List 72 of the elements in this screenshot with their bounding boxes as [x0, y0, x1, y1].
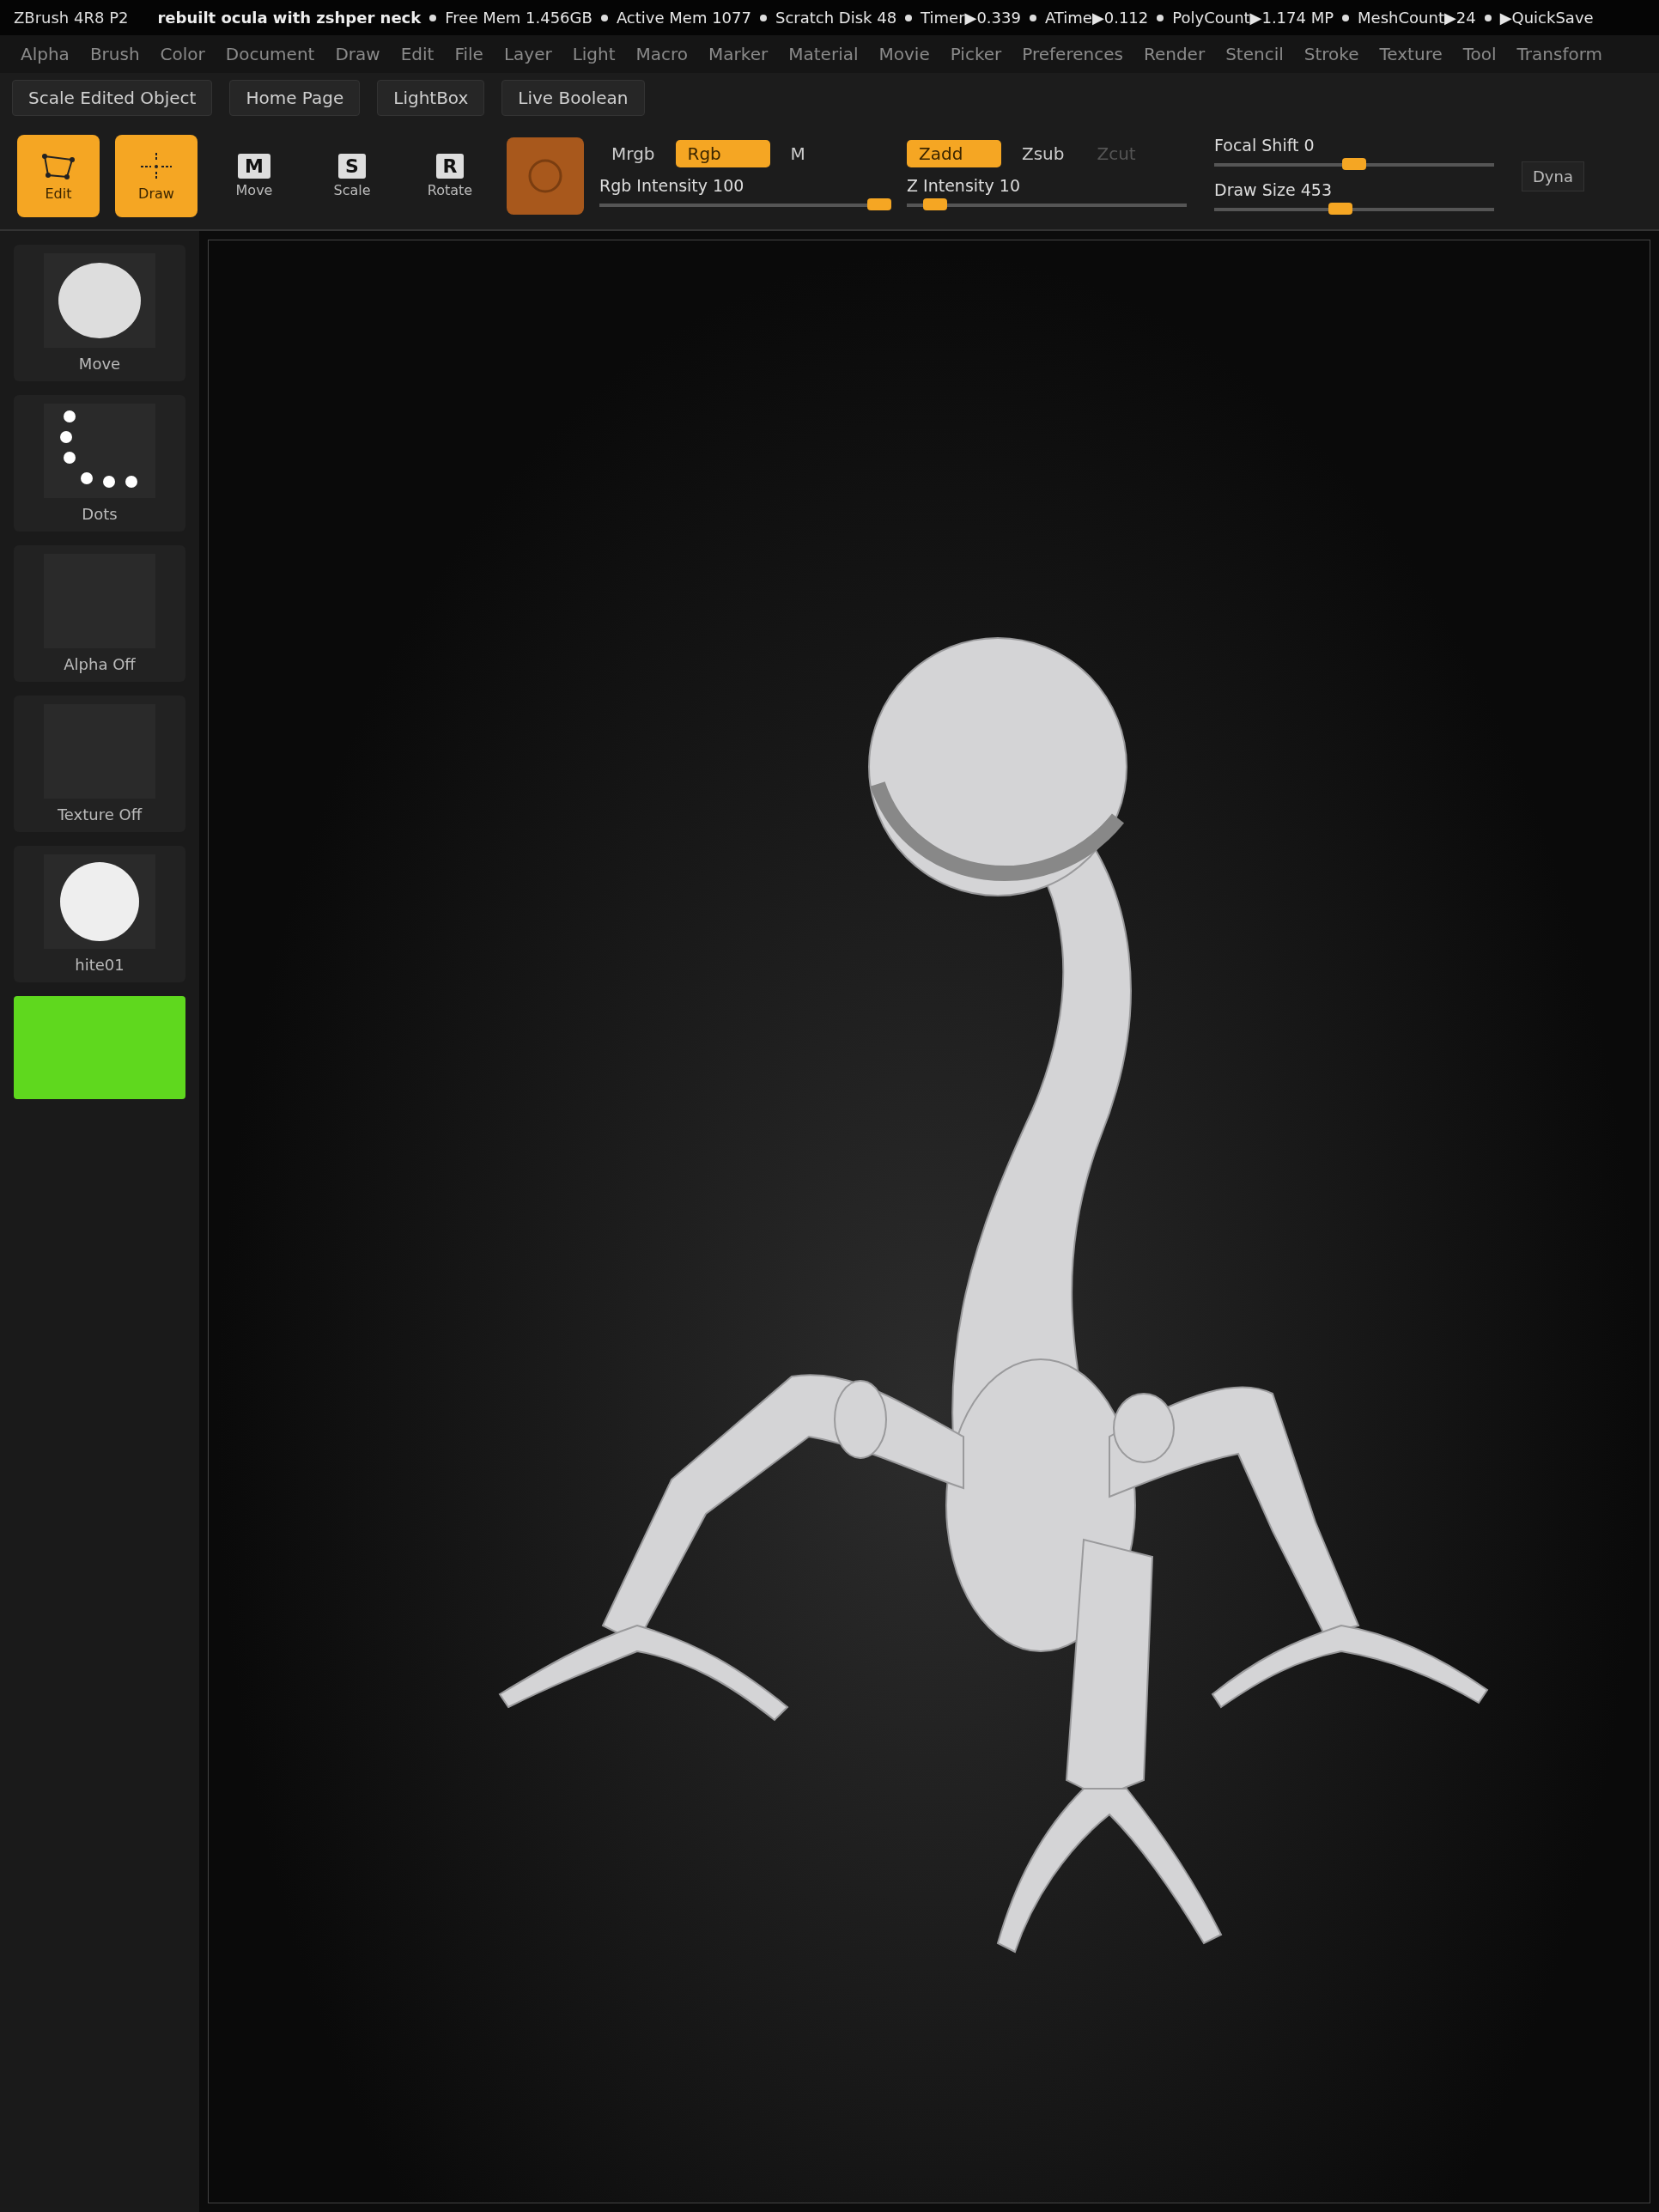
- slider-thumb[interactable]: [867, 198, 891, 210]
- slider-thumb[interactable]: [922, 198, 947, 210]
- shelf-button[interactable]: Home Page: [229, 80, 361, 116]
- slider[interactable]: Focal Shift 0: [1214, 136, 1506, 172]
- depth-mode-button[interactable]: Zsub: [1010, 140, 1077, 167]
- menu-item[interactable]: Tool: [1454, 39, 1505, 70]
- slider[interactable]: Rgb Intensity 100: [599, 176, 891, 212]
- status-text: ATime▶0.112: [1044, 9, 1149, 27]
- separator-dot: [1029, 14, 1036, 21]
- shelf-thumbnail[interactable]: Dots: [14, 395, 185, 532]
- tool-letter: S: [338, 154, 366, 179]
- separator-dot: [1157, 14, 1164, 21]
- color-mode-button[interactable]: Rgb: [675, 140, 770, 167]
- slider-thumb[interactable]: [1342, 158, 1366, 170]
- menu-item[interactable]: Preferences: [1013, 39, 1132, 70]
- tool-button[interactable]: M Move: [213, 135, 295, 217]
- separator-dot: [600, 14, 608, 21]
- menu-item[interactable]: Transform: [1508, 39, 1612, 70]
- tool-letter: M: [238, 154, 270, 179]
- menu-item[interactable]: Render: [1134, 39, 1214, 70]
- color-mode-button[interactable]: M: [778, 140, 817, 167]
- status-text: Free Mem 1.456GB: [445, 9, 592, 27]
- tool-letter: R: [435, 154, 465, 179]
- app-title: ZBrush 4R8 P2: [14, 9, 129, 27]
- material-swatch[interactable]: [507, 137, 584, 215]
- menu-item[interactable]: Layer: [495, 39, 561, 70]
- separator-dot: [1342, 14, 1350, 21]
- separator-dot: [429, 14, 437, 21]
- color-mode-button[interactable]: Mrgb: [599, 140, 667, 167]
- separator-dot: [905, 14, 913, 21]
- menu-item[interactable]: Brush: [81, 39, 149, 70]
- separator-dot: [759, 14, 767, 21]
- menu-item[interactable]: Macro: [627, 39, 697, 70]
- menu-item[interactable]: Document: [216, 39, 324, 70]
- shelf-thumbnail[interactable]: hite01: [14, 846, 185, 982]
- shelf-button[interactable]: Live Boolean: [501, 80, 645, 116]
- slider[interactable]: Z Intensity 10: [907, 176, 1199, 212]
- menu-item[interactable]: Picker: [941, 39, 1011, 70]
- menu-item[interactable]: File: [446, 39, 492, 70]
- depth-mode-button[interactable]: Zadd: [907, 140, 1001, 167]
- dynamic-button[interactable]: Dyna: [1522, 161, 1584, 191]
- tool-button[interactable]: S Scale: [311, 135, 393, 217]
- tool-button[interactable]: Draw: [115, 135, 198, 217]
- shelf-thumbnail[interactable]: Alpha Off: [14, 545, 185, 682]
- menu-item[interactable]: Marker: [700, 39, 777, 70]
- slider[interactable]: Draw Size 453: [1214, 180, 1506, 216]
- status-text: ▶QuickSave: [1499, 9, 1594, 27]
- shelf-button[interactable]: Scale Edited Object: [12, 80, 213, 116]
- menu-item[interactable]: Alpha: [12, 39, 78, 70]
- menu-item[interactable]: Color: [151, 39, 214, 70]
- document-title: rebuilt ocula with zshper neck: [157, 9, 422, 27]
- separator-dot: [1484, 14, 1492, 21]
- tool-button[interactable]: Edit: [17, 135, 100, 217]
- menu-item[interactable]: Texture: [1370, 39, 1451, 70]
- slider-thumb[interactable]: [1328, 203, 1352, 215]
- color-swatch[interactable]: [14, 996, 185, 1099]
- shelf-thumbnail[interactable]: Texture Off: [14, 696, 185, 832]
- status-text: PolyCount▶1.174 MP: [1172, 9, 1334, 27]
- menu-item[interactable]: Material: [780, 39, 867, 70]
- menu-item[interactable]: Light: [563, 39, 624, 70]
- menu-item[interactable]: Draw: [326, 39, 389, 70]
- shelf-button[interactable]: LightBox: [377, 80, 485, 116]
- menu-item[interactable]: Stroke: [1295, 39, 1368, 70]
- status-text: Active Mem 1077: [616, 9, 751, 27]
- status-text: Scratch Disk 48: [775, 9, 897, 27]
- status-text: Timer▶0.339: [921, 9, 1021, 27]
- menu-item[interactable]: Stencil: [1217, 39, 1292, 70]
- menu-item[interactable]: Movie: [870, 39, 939, 70]
- menu-item[interactable]: Edit: [392, 39, 443, 70]
- status-text: MeshCount▶24: [1358, 9, 1476, 27]
- shelf-thumbnail[interactable]: Move: [14, 245, 185, 381]
- tool-button[interactable]: R Rotate: [409, 135, 491, 217]
